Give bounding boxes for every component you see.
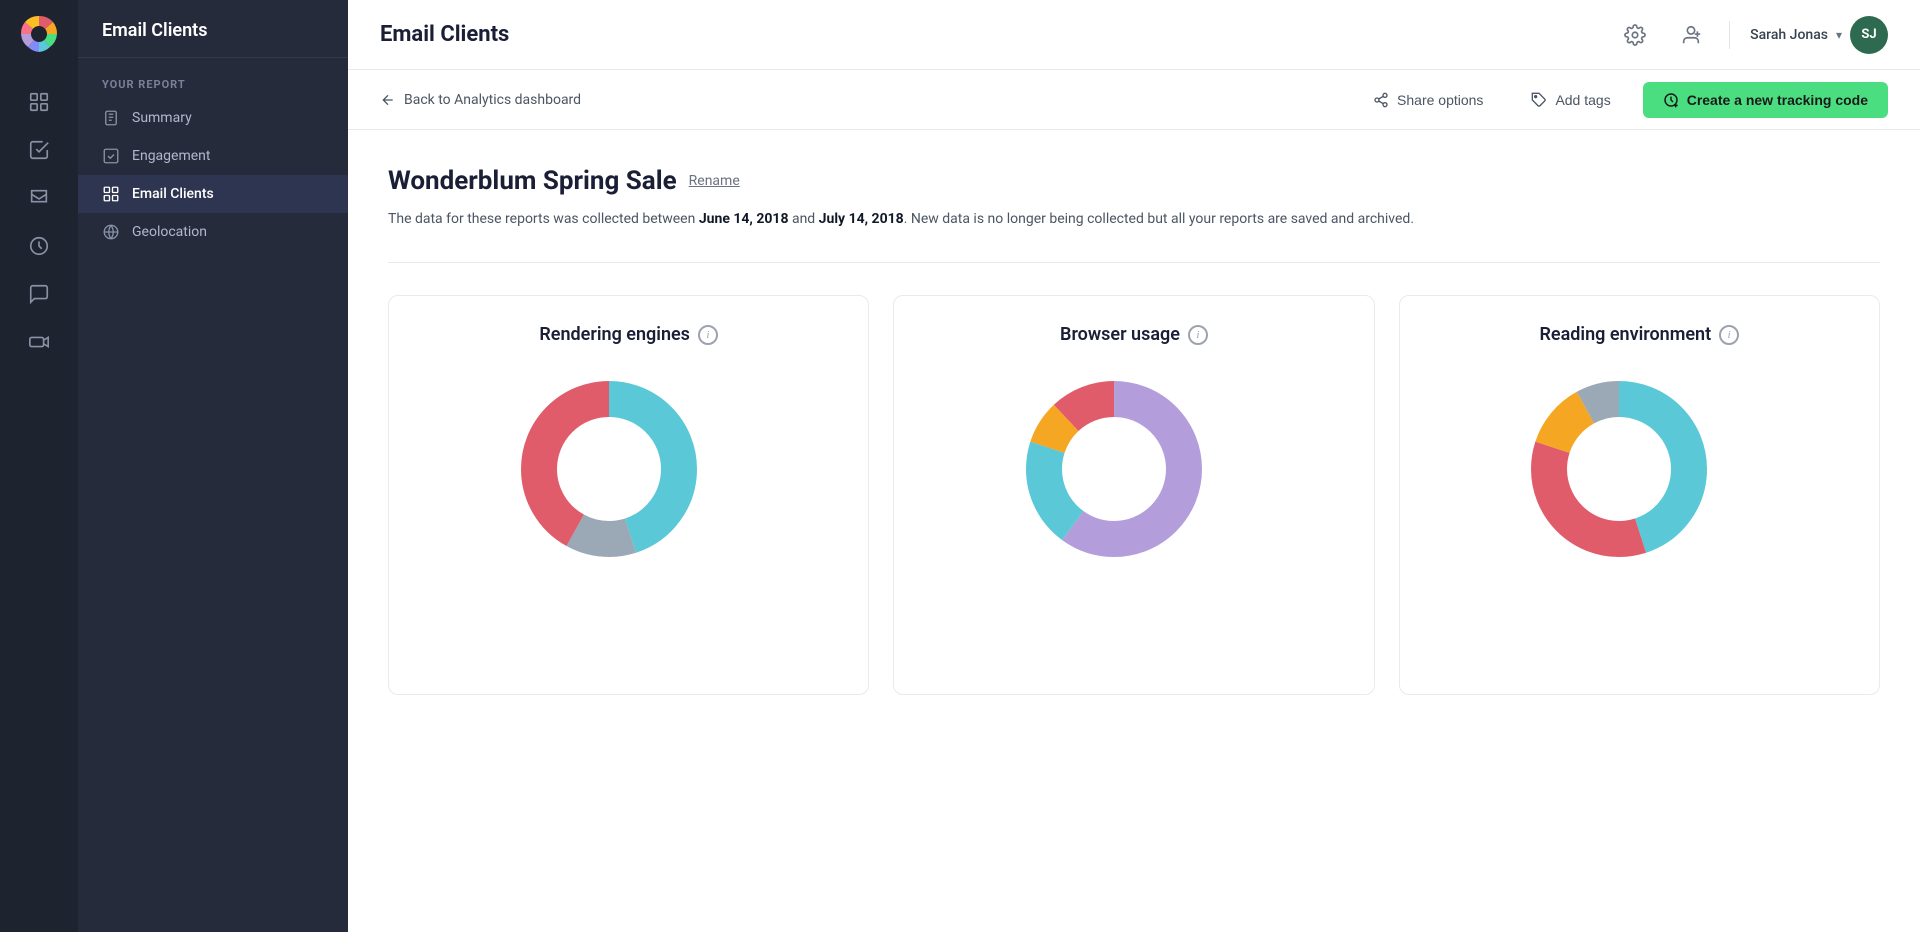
- main-content: Email Clients Sarah Jonas ▾ SJ: [348, 0, 1920, 932]
- nav-reports[interactable]: [19, 130, 59, 170]
- rename-link[interactable]: Rename: [689, 173, 740, 189]
- sidebar-item-email-clients[interactable]: Email Clients: [78, 175, 348, 213]
- report-title-row: Wonderblum Spring Sale Rename: [388, 166, 1880, 196]
- sidebar-item-label: Geolocation: [132, 224, 207, 240]
- sidebar-header: Email Clients: [78, 0, 348, 58]
- share-icon: [1373, 92, 1389, 108]
- sidebar-item-label: Email Clients: [132, 186, 214, 202]
- nav-dashboard[interactable]: [19, 82, 59, 122]
- chart-card-rendering-engines: Rendering engines i: [388, 295, 869, 695]
- chart-card-browser-usage: Browser usage i: [893, 295, 1374, 695]
- chart-title-2: Browser usage: [1060, 324, 1180, 345]
- chart-title-1: Rendering engines: [539, 324, 690, 345]
- info-icon-2[interactable]: i: [1188, 325, 1208, 345]
- user-avatar: SJ: [1850, 16, 1888, 54]
- chart-title-row-3: Reading environment i: [1424, 324, 1855, 345]
- chevron-down-icon: ▾: [1836, 28, 1842, 42]
- report-date-end: July 14, 2018: [819, 211, 904, 227]
- sub-header-actions: Share options Add tags Create a new trac…: [1357, 82, 1888, 118]
- content-area: Wonderblum Spring Sale Rename The data f…: [348, 130, 1920, 932]
- settings-icon-btn[interactable]: [1617, 17, 1653, 53]
- donut-chart-1: [509, 369, 749, 609]
- sidebar-item-geolocation[interactable]: Geolocation: [78, 213, 348, 251]
- create-tracking-code-button[interactable]: Create a new tracking code: [1643, 82, 1888, 118]
- sidebar-item-summary[interactable]: Summary: [78, 99, 348, 137]
- share-options-button[interactable]: Share options: [1357, 84, 1499, 116]
- back-link-label: Back to Analytics dashboard: [404, 92, 581, 108]
- share-options-label: Share options: [1397, 92, 1483, 108]
- report-desc-end: . New data is no longer being collected …: [904, 211, 1414, 227]
- user-info[interactable]: Sarah Jonas ▾ SJ: [1750, 16, 1888, 54]
- sidebar-item-label: Summary: [132, 110, 192, 126]
- chart-card-reading-environment: Reading environment i: [1399, 295, 1880, 695]
- document-icon: [102, 109, 120, 127]
- chart-title-row-1: Rendering engines i: [413, 324, 844, 345]
- donut-chart-2: [1014, 369, 1254, 609]
- report-desc-start: The data for these reports was collected…: [388, 211, 699, 227]
- user-add-icon-btn[interactable]: [1673, 17, 1709, 53]
- clock-plus-icon: [1663, 92, 1679, 108]
- arrow-left-icon: [380, 92, 396, 108]
- sidebar-item-engagement[interactable]: Engagement: [78, 137, 348, 175]
- check-square-icon: [102, 147, 120, 165]
- chart-title-row-2: Browser usage i: [918, 324, 1349, 345]
- tag-icon: [1531, 92, 1547, 108]
- report-title: Wonderblum Spring Sale: [388, 166, 677, 196]
- header-divider: [1729, 21, 1730, 49]
- sidebar-item-label: Engagement: [132, 148, 210, 164]
- donut-chart-3: [1519, 369, 1759, 609]
- nav-inbox[interactable]: [19, 178, 59, 218]
- info-icon-3[interactable]: i: [1719, 325, 1739, 345]
- user-add-icon: [1680, 24, 1702, 46]
- sidebar: Email Clients Your Report Summary Engage…: [78, 0, 348, 932]
- nav-video[interactable]: [19, 322, 59, 362]
- globe-icon: [102, 223, 120, 241]
- back-link[interactable]: Back to Analytics dashboard: [380, 92, 581, 108]
- page-title: Email Clients: [380, 22, 509, 47]
- content-divider: [388, 262, 1880, 263]
- sidebar-section-label: Your Report: [78, 58, 348, 99]
- top-header: Email Clients Sarah Jonas ▾ SJ: [348, 0, 1920, 70]
- icon-nav: [0, 0, 78, 932]
- add-tags-button[interactable]: Add tags: [1515, 84, 1626, 116]
- settings-icon: [1624, 24, 1646, 46]
- add-tags-label: Add tags: [1555, 92, 1610, 108]
- header-actions: Sarah Jonas ▾ SJ: [1617, 16, 1888, 54]
- charts-grid: Rendering engines i: [388, 295, 1880, 695]
- report-description: The data for these reports was collected…: [388, 208, 1880, 230]
- chart-title-3: Reading environment: [1539, 324, 1711, 345]
- report-date-start: June 14, 2018: [699, 211, 789, 227]
- nav-clock[interactable]: [19, 226, 59, 266]
- user-name: Sarah Jonas: [1750, 27, 1828, 43]
- grid-icon: [102, 185, 120, 203]
- nav-chat[interactable]: [19, 274, 59, 314]
- sub-header: Back to Analytics dashboard Share option…: [348, 70, 1920, 130]
- report-desc-middle: and: [788, 211, 818, 227]
- app-logo[interactable]: [17, 12, 61, 56]
- create-tracking-code-label: Create a new tracking code: [1687, 92, 1868, 108]
- info-icon-1[interactable]: i: [698, 325, 718, 345]
